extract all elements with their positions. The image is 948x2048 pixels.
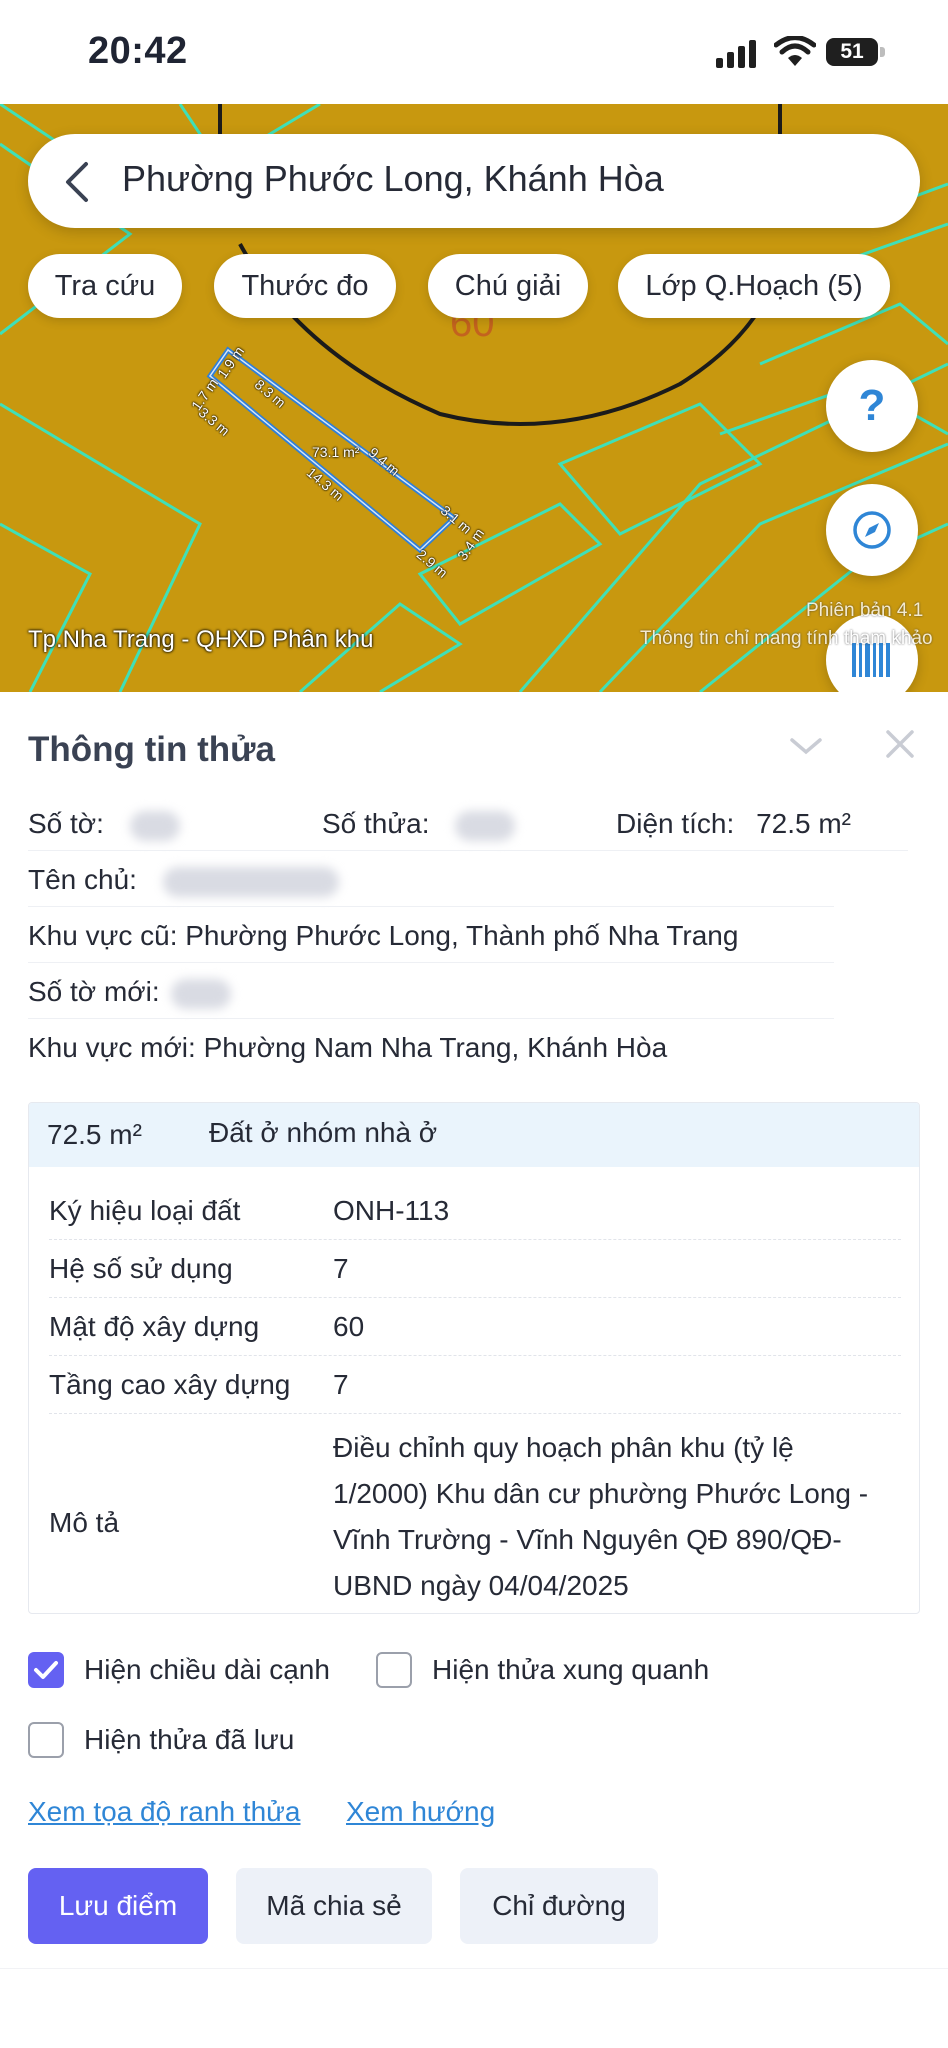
show-neighbors-label[interactable]: Hiện thửa xung quanh bbox=[432, 1654, 709, 1686]
owner-row: Tên chủ: bbox=[28, 864, 339, 897]
cellular-signal-icon bbox=[716, 40, 756, 68]
question-icon: ? bbox=[858, 381, 886, 430]
land-attr-value: 7 bbox=[333, 1369, 349, 1400]
share-code-button[interactable]: Mã chia sẻ bbox=[236, 1868, 432, 1944]
compass-button[interactable] bbox=[826, 484, 918, 576]
map-layer-label: Tp.Nha Trang - QHXD Phân khu bbox=[28, 626, 374, 653]
area-row: Diện tích: 72.5 m² bbox=[616, 808, 851, 840]
land-attr-value: 7 bbox=[333, 1253, 349, 1284]
status-bar: 20:42 51 bbox=[0, 0, 948, 104]
land-attr-key: Tầng cao xây dựng bbox=[49, 1369, 291, 1400]
land-use-type: Đất ở nhóm nhà ở bbox=[209, 1117, 438, 1148]
parcel-number-row: Số thửa: bbox=[322, 808, 516, 841]
clock: 20:42 bbox=[88, 30, 188, 72]
battery-cap bbox=[880, 47, 885, 57]
wifi-icon bbox=[774, 36, 816, 66]
compass-icon bbox=[853, 511, 891, 549]
land-attr-value: ONH-113 bbox=[333, 1195, 450, 1226]
land-attr-value: 60 bbox=[333, 1311, 365, 1342]
help-button[interactable]: ? bbox=[826, 360, 918, 452]
back-arrow-icon[interactable] bbox=[60, 160, 92, 204]
chip-legend[interactable]: Chú giải bbox=[428, 254, 588, 318]
battery-icon: 51 bbox=[826, 38, 878, 66]
panel-title: Thông tin thửa bbox=[28, 730, 275, 769]
description-value: Điều chỉnh quy hoạch phân khu (tỷ lệ 1/2… bbox=[333, 1432, 869, 1601]
view-boundary-coords-link[interactable]: Xem tọa độ ranh thửa bbox=[28, 1796, 300, 1828]
land-attr-key: Mật độ xây dựng bbox=[49, 1311, 260, 1342]
divider bbox=[49, 1355, 901, 1356]
sheet-number-label: Số tờ: bbox=[28, 808, 104, 839]
parcel-info-panel: Thông tin thửa Số tờ: Số thửa: Diện tích… bbox=[0, 692, 948, 2048]
land-use-area: 72.5 m² bbox=[47, 1119, 142, 1150]
parcel-area-label: 73.1 m² bbox=[312, 444, 360, 460]
show-saved-checkbox[interactable] bbox=[28, 1722, 64, 1758]
description-key: Mô tả bbox=[49, 1507, 120, 1538]
new-area-row: Khu vực mới: Phường Nam Nha Trang, Khánh… bbox=[28, 1032, 668, 1063]
old-area-row: Khu vực cũ: Phường Phước Long, Thành phố… bbox=[28, 920, 739, 951]
owner-redacted bbox=[162, 866, 339, 897]
directions-button[interactable]: Chỉ đường bbox=[460, 1868, 658, 1944]
land-use-card: 72.5 m² Đất ở nhóm nhà ở Ký hiệu loại đấ… bbox=[28, 1102, 920, 1614]
land-use-header: 72.5 m² Đất ở nhóm nhà ở bbox=[29, 1103, 919, 1167]
new-sheet-label: Số tờ mới: bbox=[28, 976, 160, 1007]
divider bbox=[28, 1018, 834, 1019]
save-point-button[interactable]: Lưu điểm bbox=[28, 1868, 208, 1944]
search-bar[interactable]: Phường Phước Long, Khánh Hòa bbox=[28, 134, 920, 228]
map-view[interactable]: 60 1.7 m 1.9 m 8.3 m 3.3 m 9.4 m 73.1 m²… bbox=[0, 104, 948, 692]
view-direction-link[interactable]: Xem hướng bbox=[346, 1796, 495, 1828]
new-sheet-row: Số tờ mới: bbox=[28, 976, 232, 1009]
divider bbox=[49, 1297, 901, 1298]
chip-measure[interactable]: Thước đo bbox=[214, 254, 396, 318]
divider bbox=[28, 962, 834, 963]
check-icon bbox=[34, 1661, 58, 1679]
parcel-number-label: Số thửa: bbox=[322, 808, 430, 839]
new-sheet-redacted bbox=[171, 978, 232, 1009]
map-version: Phiên bản 4.1 bbox=[806, 600, 924, 621]
area-value: 72.5 m² bbox=[756, 808, 851, 839]
parcel-number-redacted bbox=[455, 810, 516, 841]
owner-label: Tên chủ: bbox=[28, 864, 137, 895]
show-edges-checkbox[interactable] bbox=[28, 1652, 64, 1688]
sheet-number-redacted bbox=[129, 810, 180, 841]
divider bbox=[49, 1413, 901, 1414]
map-disclaimer: Thông tin chỉ mang tính tham khảo bbox=[640, 628, 933, 649]
chip-planning-layers[interactable]: Lớp Q.Hoạch (5) bbox=[618, 254, 890, 318]
show-saved-label[interactable]: Hiện thửa đã lưu bbox=[84, 1724, 294, 1756]
divider bbox=[28, 850, 908, 851]
sheet-number-row: Số tờ: bbox=[28, 808, 180, 841]
land-attr-key: Hệ số sử dụng bbox=[49, 1253, 233, 1284]
search-location-title[interactable]: Phường Phước Long, Khánh Hòa bbox=[122, 158, 664, 200]
bottom-divider bbox=[0, 1968, 948, 1969]
land-attr-key: Ký hiệu loại đất bbox=[49, 1195, 241, 1226]
divider bbox=[28, 906, 834, 907]
area-label: Diện tích: bbox=[616, 808, 735, 839]
divider bbox=[49, 1239, 901, 1240]
chip-lookup[interactable]: Tra cứu bbox=[28, 254, 182, 318]
chevron-down-icon[interactable] bbox=[786, 726, 826, 766]
close-icon[interactable] bbox=[882, 726, 918, 762]
show-edges-label[interactable]: Hiện chiều dài cạnh bbox=[84, 1654, 330, 1686]
show-neighbors-checkbox[interactable] bbox=[376, 1652, 412, 1688]
